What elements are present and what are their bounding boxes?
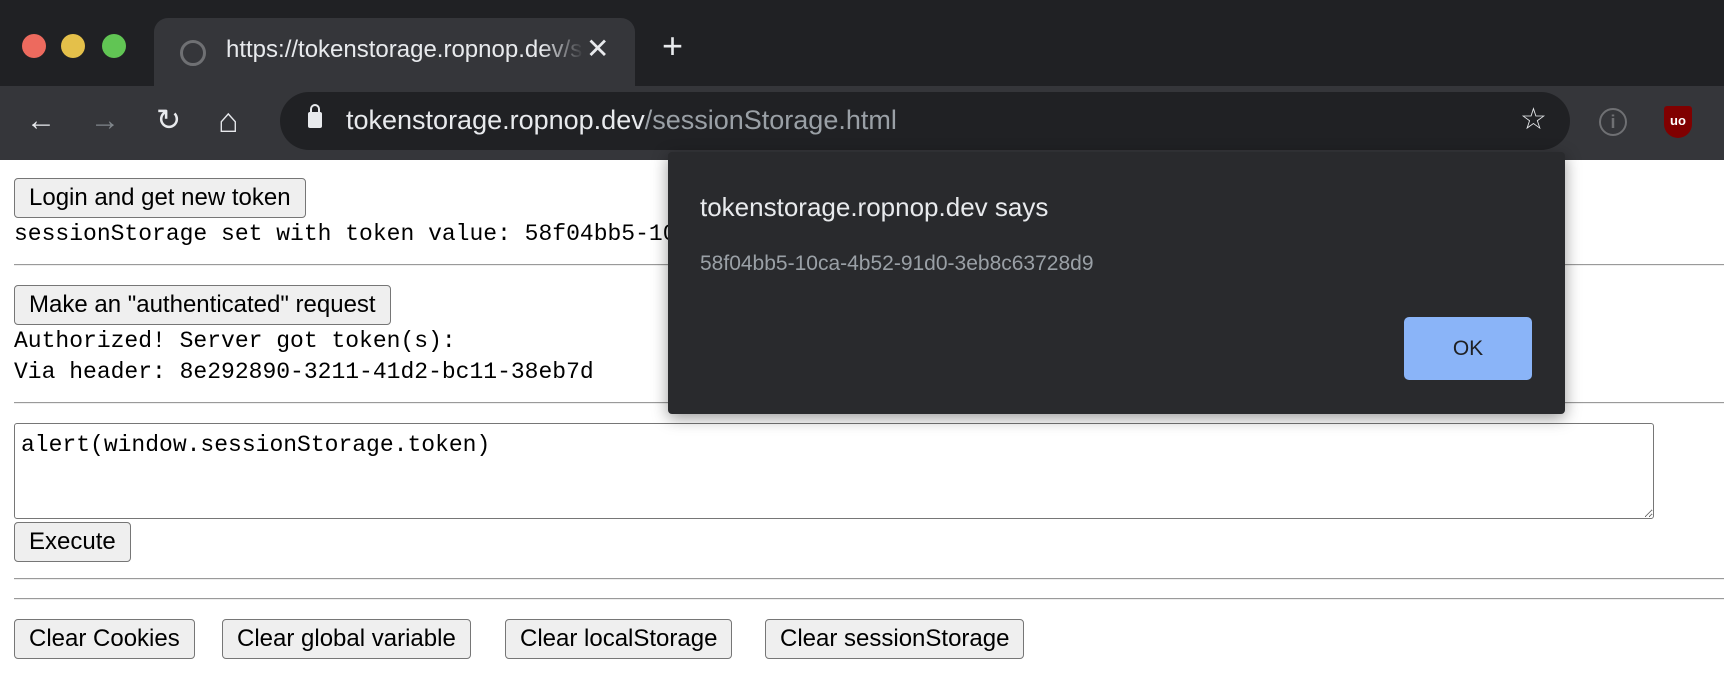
ublock-extension-icon[interactable]: uo [1664,106,1692,138]
bookmark-star-icon[interactable]: ☆ [1520,102,1547,137]
new-tab-button[interactable]: + [662,28,683,64]
clear-global-variable-button[interactable]: Clear global variable [222,619,471,659]
ok-button[interactable]: OK [1404,317,1532,380]
browser-toolbar: ← → ↻ ⌂ tokenstorage.ropnop.dev/sessionS… [0,86,1724,160]
address-bar[interactable]: tokenstorage.ropnop.dev/sessionStorage.h… [280,92,1570,150]
dialog-title: tokenstorage.ropnop.dev says [700,192,1049,222]
login-button[interactable]: Login and get new token [14,178,306,218]
url-path: /sessionStorage.html [644,105,897,135]
forward-icon[interactable]: → [90,104,120,138]
dialog-message: 58f04bb5-10ca-4b52-91d0-3eb8c63728d9 [700,252,1094,275]
alert-dialog: tokenstorage.ropnop.dev says 58f04bb5-10… [668,152,1565,414]
maximize-window-button[interactable] [102,34,126,58]
info-extension-icon[interactable]: i [1599,108,1627,136]
clear-sessionstorage-button[interactable]: Clear sessionStorage [765,619,1025,659]
tab-bar: https://tokenstorage.ropnop.dev/sessionS… [0,0,1724,86]
home-icon[interactable]: ⌂ [218,104,239,138]
url-text[interactable]: tokenstorage.ropnop.dev/sessionStorage.h… [346,105,897,136]
authenticated-request-button[interactable]: Make an "authenticated" request [14,285,391,325]
lock-icon [308,104,322,128]
close-tab-icon[interactable]: ✕ [586,32,609,65]
globe-icon [180,40,206,66]
code-input[interactable] [14,423,1654,519]
close-window-button[interactable] [22,34,46,58]
divider [14,598,1724,600]
minimize-window-button[interactable] [61,34,85,58]
browser-tab[interactable]: https://tokenstorage.ropnop.dev/sessionS… [154,18,635,86]
execute-button[interactable]: Execute [14,522,131,562]
reload-icon[interactable]: ↻ [156,104,181,138]
back-icon[interactable]: ← [26,104,56,138]
tab-title: https://tokenstorage.ropnop.dev/sessionS… [226,36,584,63]
auth-result-line2: Via header: 8e292890-3211-41d2-bc11-38eb… [14,359,594,385]
url-host: tokenstorage.ropnop.dev [346,105,645,135]
auth-result-line1: Authorized! Server got token(s): [14,328,456,354]
divider [14,578,1724,580]
clear-cookies-button[interactable]: Clear Cookies [14,619,195,659]
clear-localstorage-button[interactable]: Clear localStorage [505,619,733,659]
